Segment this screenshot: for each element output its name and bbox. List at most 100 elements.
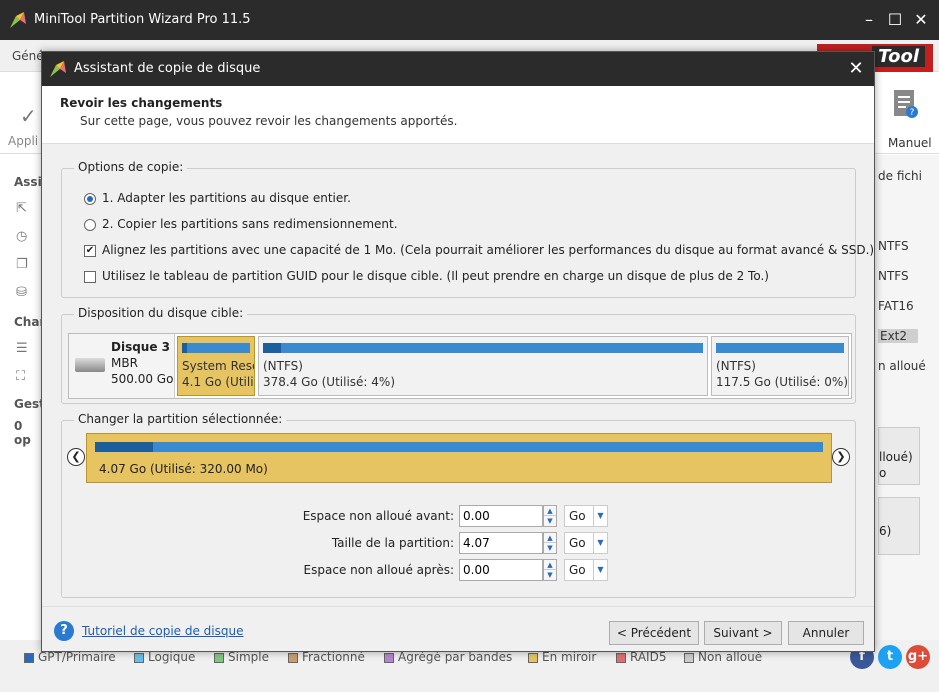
chevron-down-icon[interactable]: ▼ (593, 533, 607, 553)
partition-size-input[interactable] (459, 532, 543, 554)
legend-swatch (134, 652, 144, 663)
legend-swatch (684, 652, 694, 663)
spin-down-icon[interactable]: ▼ (544, 570, 556, 580)
minitool-logo-icon (10, 12, 26, 28)
maximize-button[interactable]: ☐ (882, 8, 908, 32)
fs-row-4[interactable]: Ext2 (878, 329, 918, 343)
help-icon[interactable]: ? (54, 621, 74, 641)
fs-column-header: de fichi (878, 169, 922, 183)
wizard-icon-4[interactable]: ⛁ (16, 285, 34, 301)
field-label-unalloc-after: Espace non alloué après: (303, 563, 454, 577)
unit-value: Go (569, 563, 586, 577)
apply-check-icon[interactable]: ✓ (20, 104, 37, 128)
tutorial-link[interactable]: Tutoriel de copie de disque (82, 624, 243, 638)
field-label-unalloc-before: Espace non alloué avant: (302, 509, 454, 523)
chevron-down-icon[interactable]: ▼ (593, 560, 607, 580)
menu-item-general[interactable]: Géné (12, 49, 44, 63)
partition-block-2[interactable]: (NTFS) 378.4 Go (Utilisé: 4%) (258, 336, 708, 396)
checkbox-align-1mb[interactable]: ✔ (84, 244, 96, 257)
option-fit-partitions[interactable]: 1. Adapter les partitions au disque enti… (84, 191, 351, 205)
partition-size-spinner[interactable]: ▲ ▼ (543, 532, 557, 554)
move-left-button[interactable]: ❮ (67, 448, 85, 466)
fs-row-3[interactable]: FAT16 (878, 299, 914, 313)
partition-label: (NTFS) (263, 359, 303, 373)
disk-map-box-1[interactable]: lloué) o (878, 427, 920, 485)
option-align-1mb[interactable]: ✔ Alignez les partitions avec une capacit… (84, 243, 874, 257)
legend-label: RAID5 (630, 650, 667, 664)
spin-down-icon[interactable]: ▼ (544, 543, 556, 553)
spin-down-icon[interactable]: ▼ (544, 516, 556, 526)
dialog-header: Revoir les changements Sur cette page, v… (42, 86, 874, 144)
legend-label: GPT/Primaire (38, 650, 116, 664)
field-label-partition-size: Taille de la partition: (331, 536, 454, 550)
partition-block-3[interactable]: (NTFS) 117.5 Go (Utilisé: 0%) (711, 336, 849, 396)
target-disk-map: Disque 3 MBR 500.00 Go System Rese 4.1 G… (68, 333, 852, 399)
wizard-icon-1[interactable]: ⇱ (16, 201, 34, 217)
fs-row-5[interactable]: n alloué (878, 359, 926, 373)
minitool-logo-icon (50, 61, 66, 77)
partition-label: (NTFS) (716, 359, 756, 373)
hard-disk-icon (75, 358, 105, 372)
close-window-button[interactable]: ✕ (908, 8, 934, 32)
disk-map-box-1-sub: o (879, 466, 887, 480)
disk-size: 500.00 Go (111, 372, 174, 386)
unalloc-before-unit-select[interactable]: Go ▼ (564, 505, 608, 527)
spin-up-icon[interactable]: ▲ (544, 506, 556, 516)
cancel-button[interactable]: Annuler (788, 621, 864, 645)
pending-ops: 0 op (14, 419, 31, 447)
fs-row-1[interactable]: NTFS (878, 239, 909, 253)
checkbox-use-gpt[interactable] (84, 270, 96, 283)
legend-mirrored: En miroir (528, 650, 596, 664)
legend-swatch (528, 652, 538, 663)
selected-partition-resize-bar[interactable]: 4.07 Go (Utilisé: 320.00 Mo) (86, 433, 832, 483)
previous-button[interactable]: < Précédent (609, 621, 699, 645)
wizard-icon-3[interactable]: ❐ (16, 257, 34, 273)
change-partition-group: Changer la partition sélectionnée: ❮ 4.0… (61, 412, 856, 598)
unalloc-after-input[interactable] (459, 559, 543, 581)
dialog-close-button[interactable]: ✕ (844, 57, 868, 81)
unit-value: Go (569, 509, 586, 523)
disk-map-box-2-label: 6) (879, 524, 892, 538)
next-button[interactable]: Suivant > (704, 621, 782, 645)
radio-fit-partitions[interactable] (84, 192, 96, 205)
option-use-gpt[interactable]: Utilisez le tableau de partition GUID po… (84, 269, 769, 283)
legend-logical: Logique (134, 650, 195, 664)
selected-partition-detail: 4.07 Go (Utilisé: 320.00 Mo) (99, 462, 268, 476)
unalloc-after-spinner[interactable]: ▲ ▼ (543, 559, 557, 581)
app-title: MiniTool Partition Wizard Pro 11.5 (34, 12, 251, 27)
unalloc-before-spinner[interactable]: ▲ ▼ (543, 505, 557, 527)
google-plus-icon[interactable]: g+ (906, 645, 930, 669)
partition-used-fill (263, 343, 281, 353)
minimize-button[interactable]: – (856, 8, 882, 32)
partition-size-unit-select[interactable]: Go ▼ (564, 532, 608, 554)
spin-up-icon[interactable]: ▲ (544, 560, 556, 570)
legend-label: Simple (228, 650, 269, 664)
option-copy-without-resize[interactable]: 2. Copier les partitions sans redimensio… (84, 217, 398, 231)
fs-row-2[interactable]: NTFS (878, 269, 909, 283)
wizard-icon-2[interactable]: ◷ (16, 229, 34, 245)
legend-swatch (214, 652, 224, 663)
partition-used-fill (182, 343, 188, 353)
selected-partition-used-fill (95, 442, 154, 452)
partition-label: System Rese (182, 359, 255, 373)
change-icon-1[interactable]: ☰ (16, 341, 34, 357)
disk-info[interactable]: Disque 3 MBR 500.00 Go (69, 334, 175, 398)
change-icon-2[interactable]: ⛶ (16, 369, 34, 385)
main-titlebar: MiniTool Partition Wizard Pro 11.5 – ☐ ✕ (0, 0, 939, 40)
twitter-icon[interactable]: t (878, 645, 902, 669)
option-use-gpt-label: Utilisez le tableau de partition GUID po… (102, 269, 769, 283)
chevron-down-icon[interactable]: ▼ (593, 506, 607, 526)
unalloc-after-unit-select[interactable]: Go ▼ (564, 559, 608, 581)
dialog-title: Assistant de copie de disque (74, 61, 261, 76)
legend-label: Logique (148, 650, 196, 664)
manual-label[interactable]: Manuel (888, 136, 932, 150)
spin-up-icon[interactable]: ▲ (544, 533, 556, 543)
disk-map-box-2[interactable]: 6) (878, 497, 920, 555)
radio-copy-without-resize[interactable] (84, 218, 96, 231)
unalloc-before-input[interactable] (459, 505, 543, 527)
move-right-button[interactable]: ❯ (832, 448, 850, 466)
manual-icon[interactable]: ? (892, 88, 918, 120)
apply-label[interactable]: Appli (8, 134, 38, 148)
dialog-titlebar: Assistant de copie de disque ✕ (42, 52, 874, 86)
partition-block-1[interactable]: System Rese 4.1 Go (Utili (177, 336, 255, 396)
